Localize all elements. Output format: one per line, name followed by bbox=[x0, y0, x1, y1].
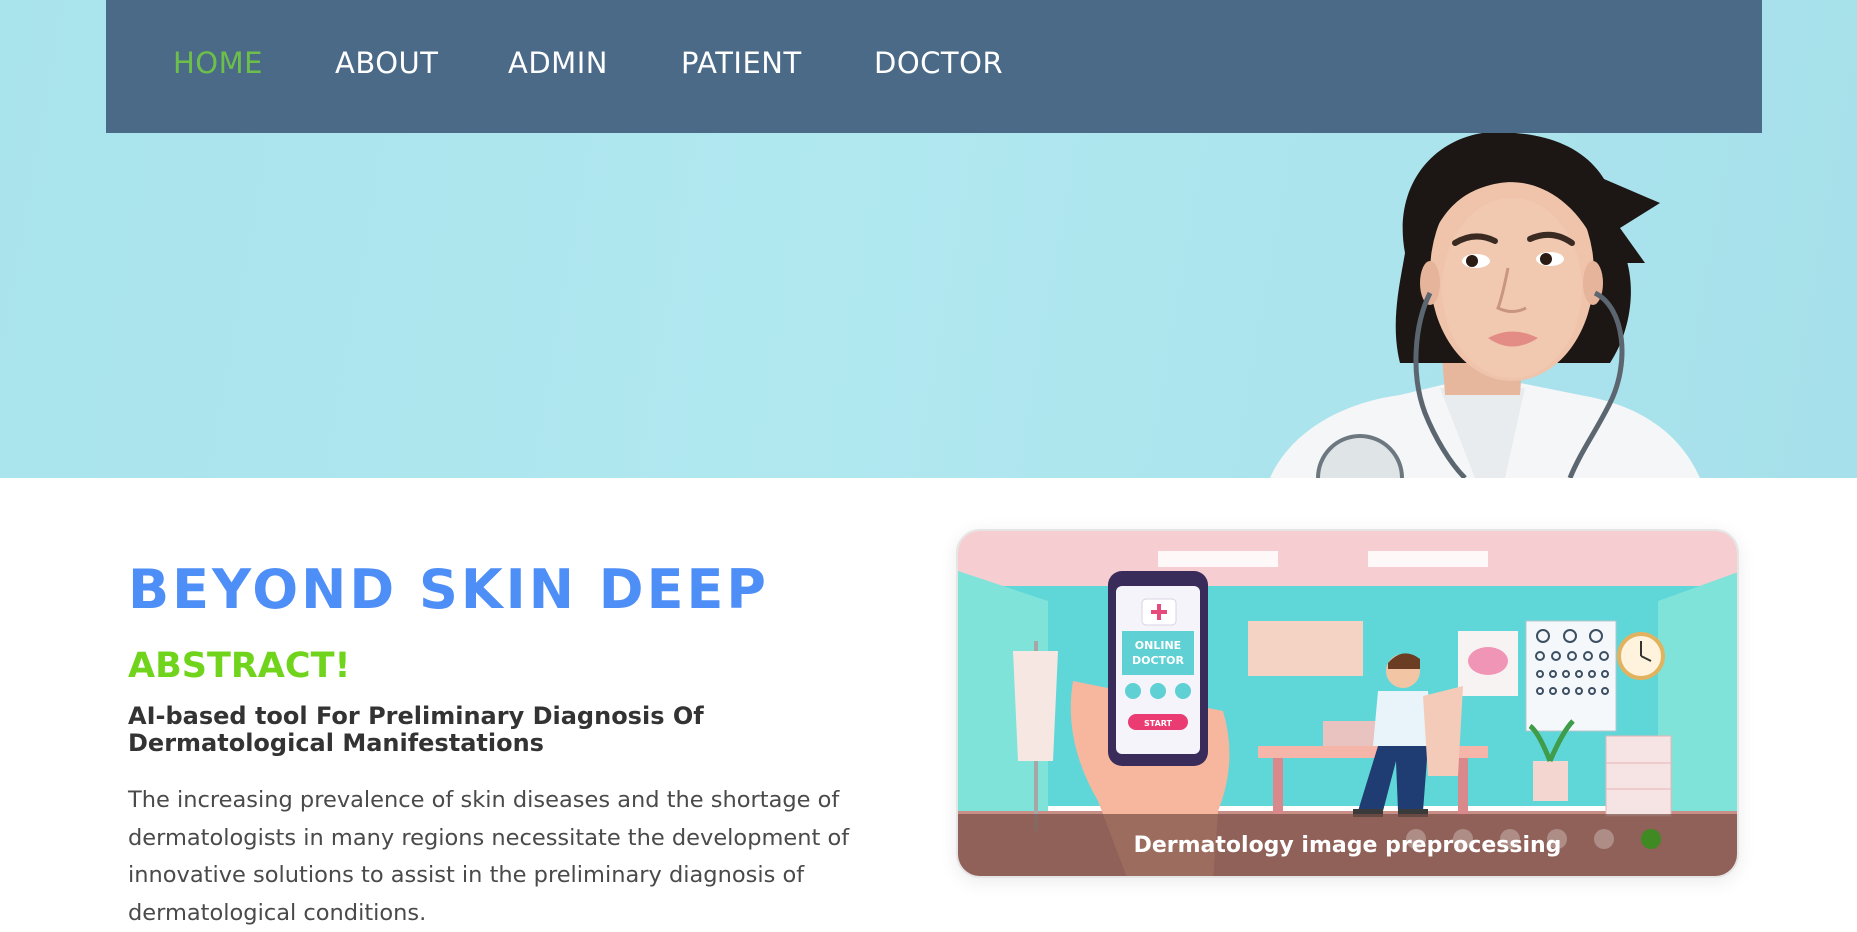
carousel-dot-5[interactable] bbox=[1594, 829, 1614, 849]
nav-doctor[interactable]: DOCTOR bbox=[874, 46, 1003, 80]
phone-start-button: START bbox=[1144, 719, 1173, 728]
carousel-dot-4[interactable] bbox=[1547, 829, 1567, 849]
abstract-paragraph: The increasing prevalence of skin diseas… bbox=[128, 787, 850, 926]
doctor-portrait-image bbox=[1270, 133, 1700, 478]
top-navbar: HOME ABOUT ADMIN PATIENT DOCTOR bbox=[106, 0, 1762, 133]
phone-title-line2: DOCTOR bbox=[1132, 654, 1184, 667]
phone-title-line1: ONLINE bbox=[1135, 639, 1181, 652]
hero-banner: HOME ABOUT ADMIN PATIENT DOCTOR bbox=[0, 0, 1857, 478]
image-carousel[interactable]: ONLINE DOCTOR START Dermatology image pr… bbox=[956, 529, 1739, 878]
carousel-dot-1[interactable] bbox=[1406, 829, 1426, 849]
nav-about[interactable]: ABOUT bbox=[335, 46, 439, 80]
nav-patient[interactable]: PATIENT bbox=[681, 46, 802, 80]
page-title: BEYOND SKIN DEEP bbox=[128, 558, 769, 621]
nav-admin[interactable]: ADMIN bbox=[508, 46, 608, 80]
carousel-dot-3[interactable] bbox=[1500, 829, 1520, 849]
project-subtitle: AI-based tool For Preliminary Diagnosis … bbox=[128, 702, 704, 757]
abstract-heading: ABSTRACT! bbox=[128, 646, 351, 686]
nav-home[interactable]: HOME bbox=[173, 46, 263, 80]
carousel-caption: Dermatology image preprocessing bbox=[1133, 833, 1562, 858]
carousel-dot-6[interactable] bbox=[1641, 829, 1661, 849]
carousel-dot-2[interactable] bbox=[1453, 829, 1473, 849]
